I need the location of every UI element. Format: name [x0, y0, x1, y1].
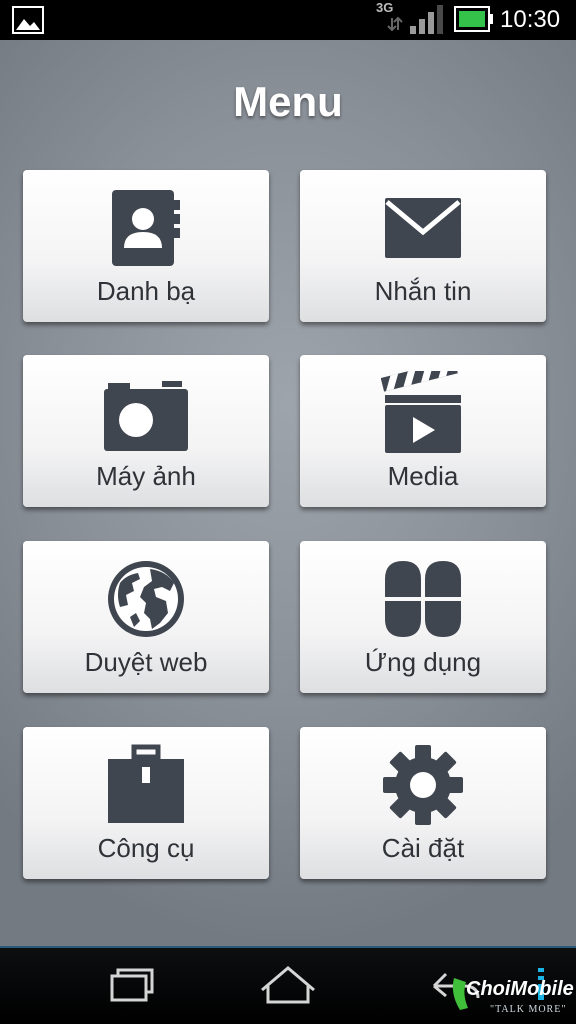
tile-label: Công cụ — [97, 833, 195, 863]
tile-label: Media — [387, 461, 459, 491]
toolbox-icon — [104, 743, 188, 827]
tile-label: Danh bạ — [96, 276, 196, 306]
tile-settings[interactable]: Cài đặt — [300, 727, 546, 879]
envelope-icon — [381, 186, 465, 270]
watermark-logo: ChoiMobile "TALK MORE" — [446, 964, 576, 1024]
camera-icon — [104, 371, 188, 455]
network-type-icon: 3G — [374, 0, 404, 34]
tile-apps[interactable]: Ứng dụng — [300, 541, 546, 693]
status-bar: 3G 10:30 — [0, 0, 576, 40]
page-title: Menu — [233, 78, 343, 125]
tile-label: Cài đặt — [381, 833, 465, 863]
gear-icon — [381, 743, 465, 827]
tile-media[interactable]: Media — [300, 355, 546, 507]
tile-label: Ứng dụng — [364, 647, 482, 677]
tile-label: Duyệt web — [84, 647, 208, 677]
tile-tools[interactable]: Công cụ — [23, 727, 269, 879]
clapperboard-icon — [381, 371, 465, 455]
recent-apps-button[interactable] — [88, 962, 168, 1014]
watermark-tagline: "TALK MORE" — [490, 1004, 567, 1015]
battery-icon — [454, 6, 494, 32]
globe-icon — [104, 557, 188, 641]
tile-contacts[interactable]: Danh bạ — [23, 170, 269, 322]
signal-strength-icon — [408, 4, 446, 36]
gallery-notification-icon — [12, 6, 44, 34]
home-button[interactable] — [248, 962, 328, 1014]
watermark-brand: ChoiMobile — [466, 978, 574, 1000]
tile-camera[interactable]: Máy ảnh — [23, 355, 269, 507]
apps-icon — [381, 557, 465, 641]
status-time: 10:30 — [500, 6, 561, 33]
home-icon — [261, 966, 315, 1004]
contacts-icon — [104, 186, 188, 270]
tile-messaging[interactable]: Nhắn tin — [300, 170, 546, 322]
tile-label: Nhắn tin — [374, 276, 472, 306]
recent-apps-icon — [110, 968, 154, 1002]
tile-label: Máy ảnh — [96, 461, 196, 491]
tile-browser[interactable]: Duyệt web — [23, 541, 269, 693]
